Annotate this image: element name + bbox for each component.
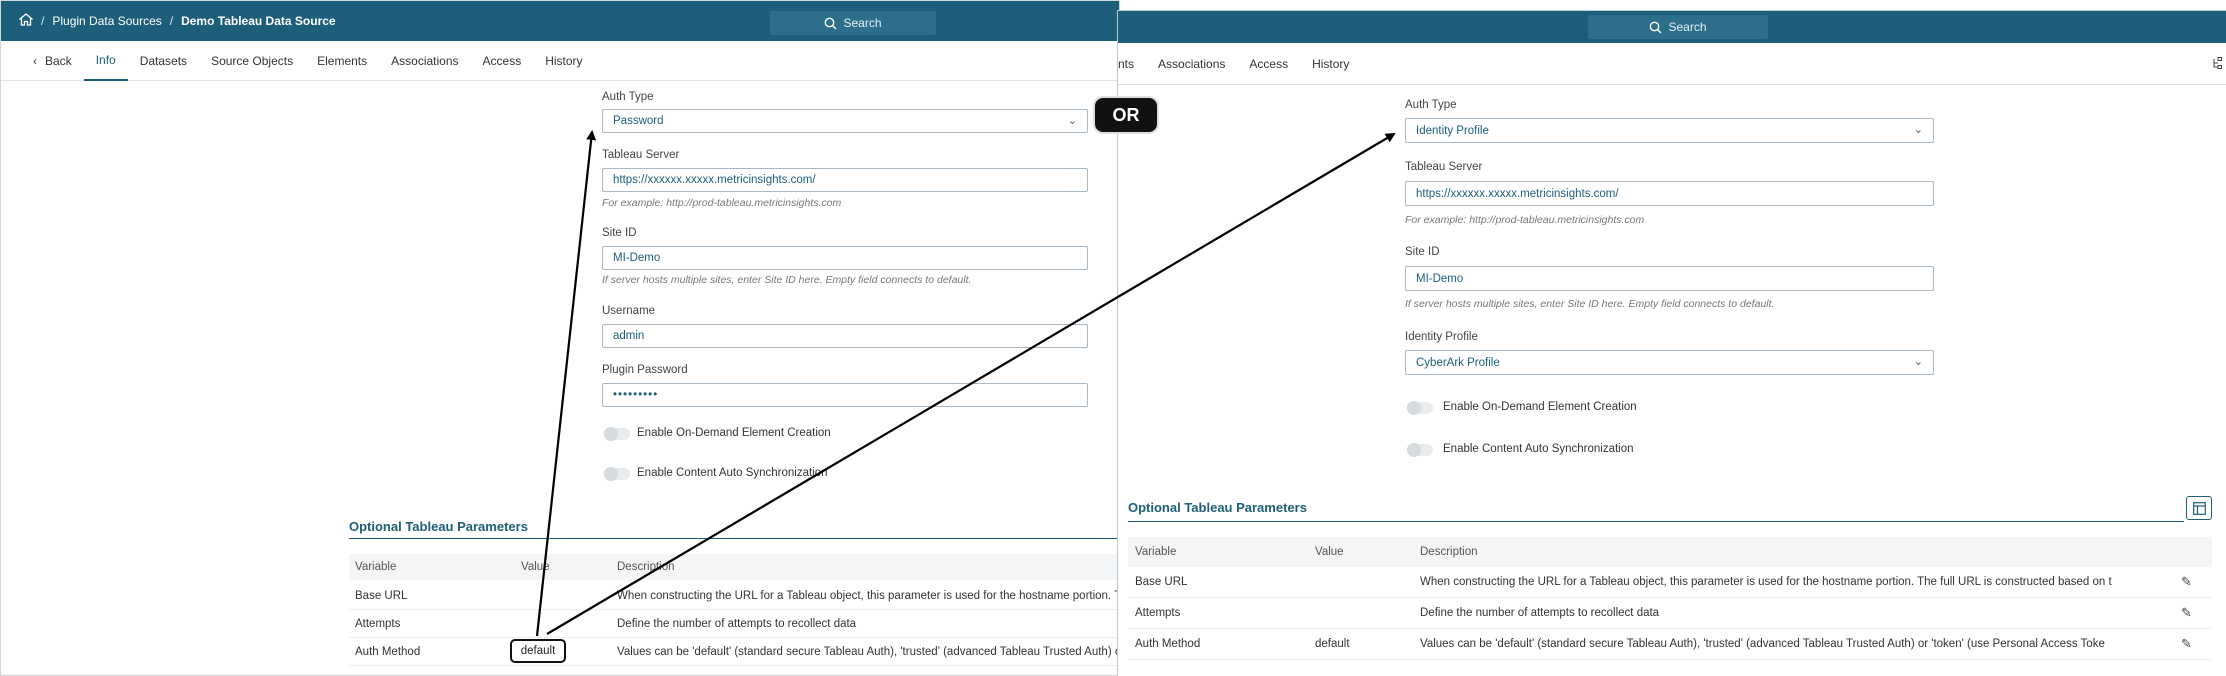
highlighted-default-value: default bbox=[510, 639, 566, 663]
or-badge: OR bbox=[1095, 98, 1157, 132]
arrow-to-identity-profile bbox=[546, 132, 1396, 635]
arrow-to-auth-type bbox=[535, 130, 597, 637]
